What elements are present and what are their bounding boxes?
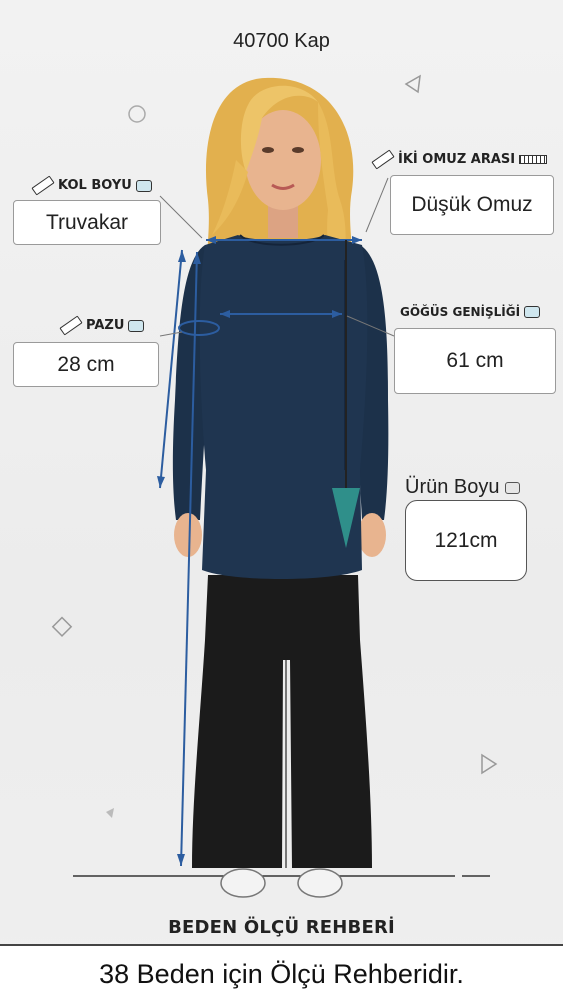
decor-diamond xyxy=(51,616,73,637)
size-guide-caption: 38 Beden için Ölçü Rehberidir. xyxy=(0,944,563,1000)
bicep-value: 28 cm xyxy=(13,342,159,387)
measuring-tape-icon xyxy=(128,319,145,332)
measuring-tape-icon xyxy=(505,481,521,494)
pants xyxy=(192,575,372,868)
decor-triangle xyxy=(404,74,421,94)
product-length-value: 121cm xyxy=(405,500,527,581)
ruler-icon xyxy=(519,155,548,164)
decor-play xyxy=(481,753,498,775)
chest-width-value: 61 cm xyxy=(394,328,556,394)
right-shoe xyxy=(297,868,343,898)
size-guide-title: BEDEN ÖLÇÜ REHBERİ xyxy=(168,917,395,938)
left-shoe xyxy=(220,868,266,898)
product-length-label: Ürün Boyu xyxy=(405,476,521,499)
ruler-icon xyxy=(31,175,55,196)
chest-width-label: GÖĞÜS GENİŞLİĞİ xyxy=(400,305,541,319)
sleeve-length-value: Truvakar xyxy=(13,200,161,245)
measuring-tape-icon xyxy=(135,179,152,192)
bicep-label: PAZU xyxy=(59,315,145,336)
sleeve-length-label: KOL BOYU xyxy=(31,175,152,196)
ruler-icon xyxy=(59,315,83,336)
shoulder-width-label: İKİ OMUZ ARASI xyxy=(371,149,548,170)
decor-circle xyxy=(128,105,146,123)
size-guide-canvas: 40700 Kap KOL BOYU Truvakar İKİ OMUZ ARA… xyxy=(0,0,563,1000)
shoulder-width-value: Düşük Omuz xyxy=(390,175,554,235)
decor-small-triangle xyxy=(106,808,114,818)
measuring-tape-icon xyxy=(524,306,541,318)
ruler-icon xyxy=(371,149,395,170)
